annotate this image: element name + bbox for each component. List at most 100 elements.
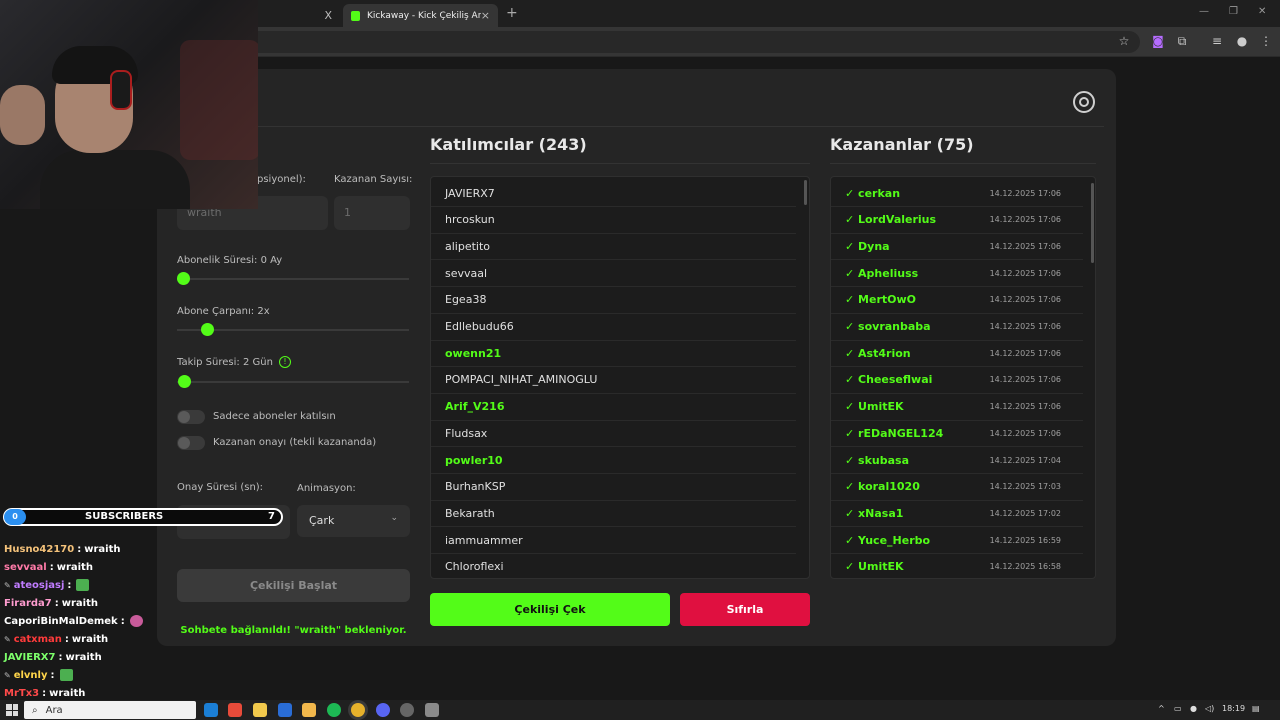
discord-icon[interactable] (376, 703, 390, 717)
minimize-button[interactable]: — (1199, 6, 1209, 17)
winner-time: 14.12.2025 17:06 (989, 402, 1061, 412)
winner-name: ✓ Apheliuss (845, 266, 919, 280)
sub-duration-slider[interactable] (177, 272, 409, 285)
menu-kebab-icon[interactable]: ⋮ (1259, 34, 1273, 48)
winners-title: Kazananlar (75) (830, 135, 974, 154)
follow-duration-text: Takip Süresi: 2 Gün (177, 357, 273, 368)
network-icon[interactable]: ▭ (1174, 704, 1182, 713)
store-icon[interactable] (253, 703, 267, 717)
divider (169, 126, 1104, 127)
extensions-puzzle-icon[interactable]: ⧉ (1175, 34, 1189, 48)
follow-duration-slider[interactable] (177, 375, 409, 388)
winner-count-input[interactable]: 1 (334, 196, 410, 230)
calculator-icon[interactable] (425, 703, 439, 717)
chat-separator: : (54, 597, 59, 609)
spotify-icon[interactable] (327, 703, 341, 717)
chrome-icon[interactable] (351, 703, 365, 717)
subs-label: SUBSCRIBERS (85, 511, 164, 522)
chat-message: CaporiBinMalDemek: (4, 612, 304, 630)
chat-separator: : (77, 543, 82, 555)
sub-multiplier-slider[interactable] (177, 323, 409, 336)
chat-username: ateosjasj (13, 579, 65, 591)
winner-name: ✓ koral1020 (845, 480, 920, 494)
chat-badge-icon: ✎ (4, 580, 11, 590)
chat-username: CaporiBinMalDemek (4, 615, 118, 627)
chat-badge-icon: ✎ (4, 670, 11, 680)
winners-list[interactable]: ✓ cerkan 14.12.2025 17:06 ✓ LordValerius 14… (830, 176, 1096, 579)
chat-username: JAVIERX7 (4, 651, 56, 663)
app-icon[interactable] (228, 703, 242, 717)
chat-text: wraith (49, 687, 86, 699)
tray-chevron-icon[interactable]: ^ (1158, 704, 1165, 713)
winner-time: 14.12.2025 17:06 (989, 295, 1061, 305)
chat-separator: : (42, 687, 47, 699)
gear-icon[interactable] (1073, 91, 1095, 113)
new-tab-button[interactable]: + (506, 5, 518, 21)
extension-icon[interactable]: ◙ (1151, 34, 1165, 48)
winner-row: ✓ sovranbaba 14.12.2025 17:06 (831, 314, 1083, 341)
winner-name: ✓ rEDaNGEL124 (845, 426, 944, 440)
chat-separator: : (50, 669, 55, 681)
draw-button[interactable]: Çekilişi Çek (430, 593, 670, 626)
sub-multiplier-label: Abone Çarpanı: 2x (177, 306, 270, 317)
winner-name: ✓ MertOwO (845, 293, 917, 307)
animation-label: Animasyon: (297, 483, 356, 494)
winner-name: ✓ sovranbaba (845, 320, 931, 333)
slider-knob[interactable] (178, 375, 191, 388)
winner-row: ✓ Ast4rion 14.12.2025 17:06 (831, 340, 1083, 368)
volume-icon[interactable]: ◁) (1205, 704, 1214, 713)
maximize-button[interactable]: ❐ (1229, 6, 1238, 17)
tab-kickaway[interactable]: Kickaway - Kick Çekiliş Aracı × (343, 4, 498, 27)
address-input[interactable] (230, 31, 1140, 53)
winner-name: ✓ Dyna (845, 239, 890, 253)
mail-icon[interactable] (278, 703, 292, 717)
reset-button[interactable]: Sıfırla (680, 593, 810, 626)
subs-only-toggle[interactable] (177, 410, 205, 424)
winner-row: ✓ rEDaNGEL124 14.12.2025 17:06 (831, 420, 1083, 448)
slider-knob[interactable] (201, 323, 214, 336)
chevron-down-icon: ⌄ (390, 513, 398, 523)
participant-row: BurhanKSP (431, 474, 796, 501)
animation-select[interactable]: Çark ⌄ (297, 505, 410, 537)
chat-message: ✎ elvnly: (4, 666, 304, 684)
search-icon: ⌕ (32, 704, 38, 716)
chat-text: wraith (65, 651, 102, 663)
participants-list[interactable]: JAVIERX7 hrcoskun alipetito sevvaal Egea38 Ed… (430, 176, 810, 579)
scrollbar[interactable] (1091, 183, 1094, 263)
chat-message: ✎ catxman: wraith (4, 630, 304, 648)
windows-start-icon[interactable] (6, 704, 18, 716)
winner-time: 14.12.2025 16:59 (989, 535, 1061, 545)
media-control-icon[interactable]: ≡ (1210, 34, 1224, 48)
participant-row: POMPACI_NIHAT_AMINOGLU (431, 367, 796, 394)
clock[interactable]: 18:19 (1222, 704, 1245, 713)
bookmark-star-icon[interactable]: ☆ (1117, 34, 1131, 48)
profile-icon[interactable]: ● (1235, 34, 1249, 48)
notifications-icon[interactable]: ▤ (1252, 704, 1260, 713)
winner-row: ✓ MertOwO 14.12.2025 17:06 (831, 287, 1083, 314)
app-icon[interactable] (400, 703, 414, 717)
participant-row: Fludsax (431, 420, 796, 448)
taskbar-search[interactable]: ⌕ Ara (24, 701, 196, 719)
chat-username: MrTx3 (4, 687, 40, 699)
tab-close-icon[interactable]: X (324, 9, 332, 22)
kick-favicon-icon (351, 10, 360, 21)
participant-row: owenn21 (431, 340, 796, 368)
close-window-button[interactable]: ✕ (1258, 6, 1266, 17)
scrollbar[interactable] (804, 180, 807, 205)
slider-knob[interactable] (177, 272, 190, 285)
subs-only-label: Sadece aboneler katılsın (213, 411, 336, 422)
winner-time: 14.12.2025 17:06 (989, 188, 1061, 198)
winner-row: ✓ UmitEK 14.12.2025 17:06 (831, 394, 1083, 421)
winner-row: ✓ xNasa1 14.12.2025 17:02 (831, 500, 1083, 528)
participant-row: Arif_V216 (431, 394, 796, 421)
keyword-label: psiyonel): (257, 174, 306, 185)
chat-message: sevvaal: wraith (4, 558, 304, 576)
winner-confirm-toggle[interactable] (177, 436, 205, 450)
winner-name: ✓ cerkan (845, 186, 901, 200)
info-icon[interactable]: ! (278, 356, 291, 368)
tab-close-icon[interactable]: × (481, 9, 490, 22)
edge-icon[interactable] (204, 703, 218, 717)
winner-row: ✓ Dyna 14.12.2025 17:06 (831, 233, 1083, 261)
folder-icon[interactable] (302, 703, 316, 717)
microphone-icon[interactable]: ● (1190, 704, 1197, 713)
